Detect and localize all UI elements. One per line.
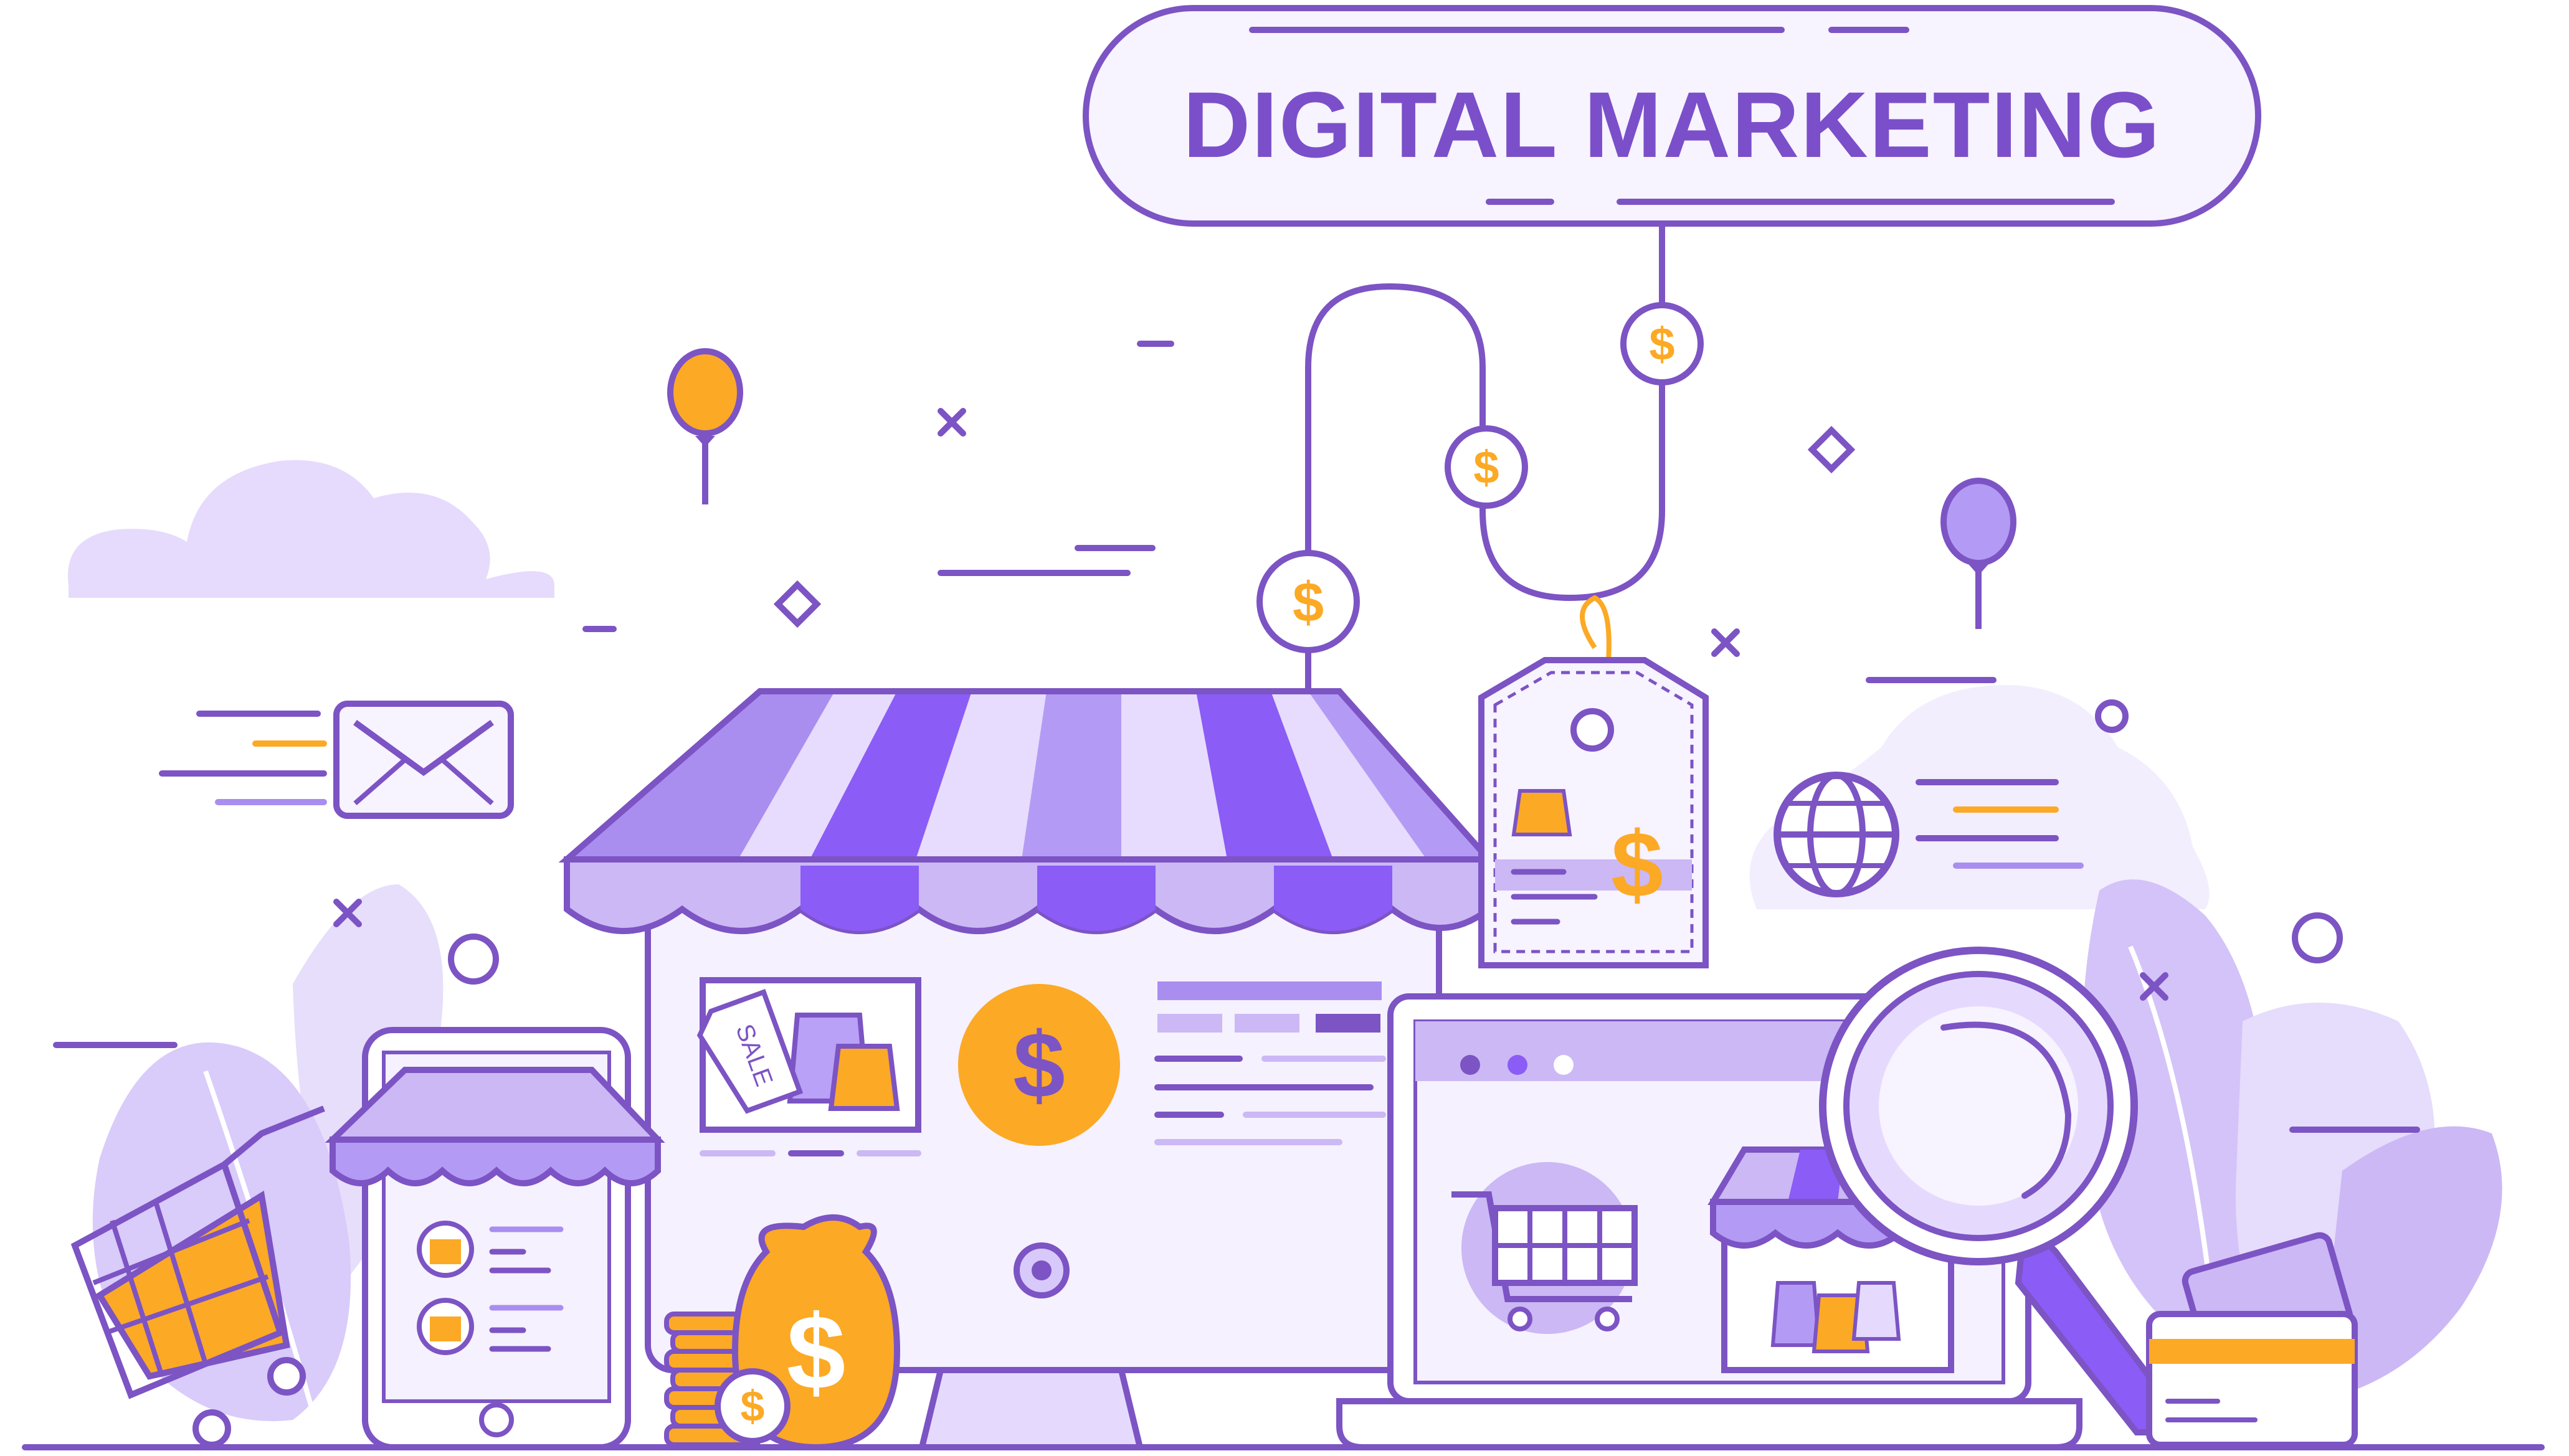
currency-symbol: $: [1013, 1013, 1065, 1117]
currency-symbol: $: [1611, 812, 1663, 917]
shop-icon: [558, 688, 1496, 934]
title-decor-lines: [1249, 27, 2115, 205]
balloon-icon: [1940, 478, 2016, 629]
illustration: $ $ $ $ SALE $ $ $: [22, 27, 2545, 1451]
smartphone-icon: [325, 1027, 665, 1450]
coin-icon: $: [958, 984, 1120, 1146]
currency-symbol: $: [741, 1382, 765, 1430]
currency-symbol: $: [1649, 318, 1674, 370]
currency-symbol: $: [1293, 572, 1324, 634]
coin-icon: $: [1445, 425, 1528, 509]
coin-icon: $: [1620, 302, 1704, 385]
coin-icon: $: [1256, 550, 1360, 653]
envelope-icon: [159, 701, 514, 819]
currency-symbol: $: [787, 1293, 846, 1412]
balloon-icon: [667, 348, 743, 504]
currency-symbol: $: [1473, 442, 1499, 493]
price-tag-icon: $: [1478, 595, 1709, 968]
cloud-icon: [68, 460, 554, 598]
